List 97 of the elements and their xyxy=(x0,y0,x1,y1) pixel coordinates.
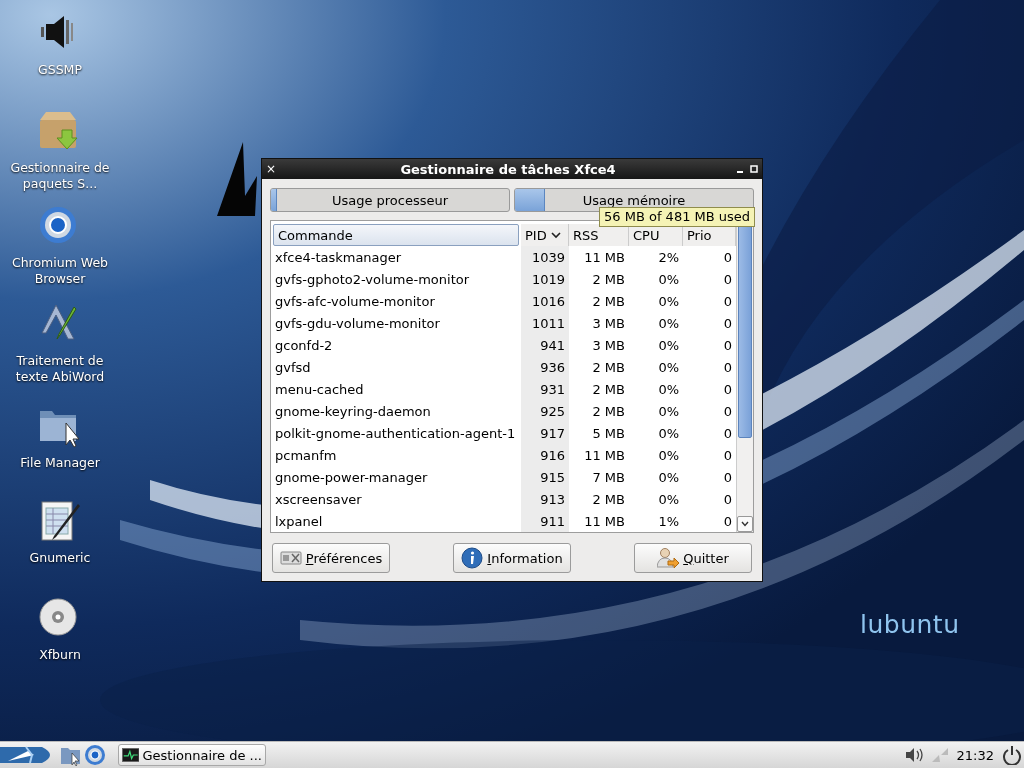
dialog-button[interactable]: Quitter xyxy=(634,543,752,573)
table-cell-text: 2% xyxy=(657,248,680,267)
table-cell: 936 xyxy=(521,356,569,378)
table-cell-text: gvfs-afc-volume-monitor xyxy=(274,292,436,311)
column-header[interactable]: RSS xyxy=(569,224,629,246)
table-cell-text: 0% xyxy=(657,336,680,355)
desktop-icon-label[interactable]: Xfburn xyxy=(10,647,110,663)
dialog-button[interactable]: Information xyxy=(453,543,571,573)
table-cell-text: 0% xyxy=(657,358,680,377)
table-cell-text: 0 xyxy=(722,314,733,333)
table-cell-text: 2 MB xyxy=(591,358,626,377)
table-cell-text: 0 xyxy=(722,490,733,509)
table-cell-text: gconfd-2 xyxy=(274,336,334,355)
spreadsheet-pen-icon[interactable] xyxy=(38,500,82,544)
window-title: Gestionnaire de tâches Xfce4 xyxy=(399,161,617,177)
desktop-icon-label[interactable]: Traitement de texte AbiWord xyxy=(10,353,110,385)
caret-icon xyxy=(741,521,749,527)
table-cell-text: 0 xyxy=(722,402,733,421)
table-cell: 941 xyxy=(521,334,569,356)
settings-icon xyxy=(279,549,302,567)
table-cell-text: gnome-power-manager xyxy=(274,468,429,487)
table-cell-text: gvfsd xyxy=(274,358,312,377)
table-cell-text: menu-cached xyxy=(274,380,365,399)
table-cell: 925 xyxy=(521,400,569,422)
table-cell-text: 11 MB xyxy=(583,248,626,267)
table-cell-text: 0% xyxy=(657,380,680,399)
table-cell-text: 0% xyxy=(657,490,680,509)
table-cell: 1039 xyxy=(521,246,569,268)
table-cell-text: gvfs-gphoto2-volume-monitor xyxy=(274,270,471,289)
desktop-icon-label[interactable]: Chromium Web Browser xyxy=(10,255,110,287)
browser-globe-icon[interactable] xyxy=(84,744,106,766)
table-cell: 911 xyxy=(521,510,569,532)
table-cell: 916 xyxy=(521,444,569,466)
activity-monitor-icon xyxy=(122,747,140,763)
dialog-button[interactable]: Préférences xyxy=(272,543,390,573)
table-cell: 917 xyxy=(521,422,569,444)
table-cell-text: 2 MB xyxy=(591,292,626,311)
sort-caret-icon xyxy=(549,231,562,239)
table-cell-text: 0 xyxy=(722,380,733,399)
tooltip: 56 MB of 481 MB used xyxy=(599,207,756,227)
desktop-icon-label[interactable]: Gestionnaire de paquets S... xyxy=(10,160,110,192)
table-cell-text: 0 xyxy=(722,424,733,443)
volume-icon[interactable] xyxy=(904,747,925,763)
desktop-icon-label[interactable]: File Manager xyxy=(10,455,110,471)
table-cell-text: pcmanfm xyxy=(274,446,338,465)
column-header[interactable]: Commande xyxy=(273,224,519,246)
scroll-down-button[interactable] xyxy=(737,516,753,532)
table-cell-text: 3 MB xyxy=(591,336,626,355)
table-cell-text: 2 MB xyxy=(591,270,626,289)
table-cell-text: gnome-keyring-daemon xyxy=(274,402,432,421)
table-cell-text: 0 xyxy=(722,512,733,531)
close-button[interactable]: × xyxy=(266,162,280,176)
table-cell-text: 11 MB xyxy=(583,446,626,465)
maximize-icon[interactable] xyxy=(750,165,758,173)
table-cell-text: 11 MB xyxy=(583,512,626,531)
table-cell-text: 2 MB xyxy=(591,380,626,399)
table-cell-text: 0% xyxy=(657,446,680,465)
table-cell-text: 7 MB xyxy=(591,468,626,487)
table-cell-text: 0 xyxy=(722,248,733,267)
table-cell-text: 0 xyxy=(722,270,733,289)
table-cell-text: 2 MB xyxy=(591,490,626,509)
table-cell-text: 0% xyxy=(657,424,680,443)
power-icon[interactable] xyxy=(1002,745,1022,765)
person-exit-icon xyxy=(657,547,680,569)
table-cell: 1016 xyxy=(521,290,569,312)
table-cell-text: 0 xyxy=(722,336,733,355)
info-icon xyxy=(461,547,484,569)
table-cell-text: xfce4-taskmanager xyxy=(274,248,403,267)
table-cell-text: 0 xyxy=(722,358,733,377)
table-cell: 1011 xyxy=(521,312,569,334)
meter-label: Usage mémoire xyxy=(582,192,686,208)
table-cell-text: 3 MB xyxy=(591,314,626,333)
table-cell-text: xscreensaver xyxy=(274,490,363,509)
taskbar-task-button[interactable]: Gestionnaire de ... xyxy=(118,744,266,766)
column-header[interactable]: PID xyxy=(521,224,569,246)
table-cell-text: 0 xyxy=(722,446,733,465)
table-cell-text: 5 MB xyxy=(591,424,626,443)
table-cell: 913 xyxy=(521,488,569,510)
wallpaper-logo: lubuntu xyxy=(860,610,960,639)
desktop-icon-label[interactable]: Gnumeric xyxy=(10,550,110,566)
meter-label: Usage processeur xyxy=(331,192,449,208)
table-cell: 1019 xyxy=(521,268,569,290)
table-cell-text: 0 xyxy=(722,468,733,487)
table-cell-text: 0% xyxy=(657,292,680,311)
table-cell: 931 xyxy=(521,378,569,400)
table-cell-text: 0% xyxy=(657,314,680,333)
table-cell-text: gvfs-gdu-volume-monitor xyxy=(274,314,441,333)
table-cell-text: 0% xyxy=(657,468,680,487)
table-cell-text: 2 MB xyxy=(591,402,626,421)
table-cell-text: 1% xyxy=(657,512,680,531)
table-cell-text: 0% xyxy=(657,402,680,421)
table-cell-text: 0 xyxy=(722,292,733,311)
table-cell-text: 0% xyxy=(657,270,680,289)
table-cell-text: lxpanel xyxy=(274,512,324,531)
table-cell-text: polkit-gnome-authentication-agent-1 xyxy=(274,424,517,443)
clock[interactable]: 21:32 xyxy=(956,747,994,763)
table-cell: 915 xyxy=(521,466,569,488)
